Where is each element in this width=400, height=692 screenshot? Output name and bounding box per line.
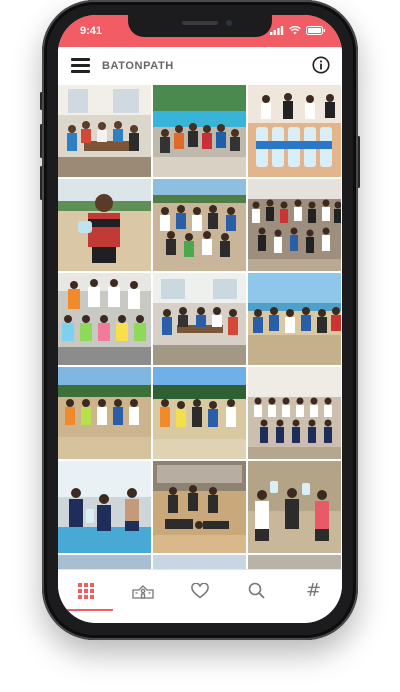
speaker [182, 21, 218, 25]
photo-tile[interactable] [248, 85, 341, 177]
grid-icon [78, 582, 95, 599]
photo-tile[interactable] [58, 85, 151, 177]
home-indicator-area [58, 611, 342, 623]
tab-grid[interactable] [58, 570, 115, 611]
status-bar: 9:41 [58, 15, 342, 47]
status-icons [270, 26, 326, 35]
info-icon[interactable] [312, 56, 330, 74]
tab-schools[interactable] [115, 570, 172, 611]
phone-screen: 9:41 BATONPATH # [58, 15, 342, 623]
photo-tile[interactable] [248, 367, 341, 459]
device-mockup: 9:41 BATONPATH # [0, 0, 400, 692]
photo-tile[interactable] [153, 179, 246, 271]
photo-tile[interactable] [58, 367, 151, 459]
tab-hashtags[interactable]: # [285, 570, 342, 611]
school-icon [132, 584, 154, 599]
photo-tile[interactable] [248, 273, 341, 365]
photo-tile[interactable] [58, 461, 151, 553]
photo-tile[interactable] [153, 85, 246, 177]
bottom-tab-bar: # [58, 569, 342, 611]
wifi-icon [289, 26, 301, 35]
heart-icon [191, 582, 209, 598]
app-title: BATONPATH [102, 60, 174, 72]
photo-grid [58, 85, 342, 571]
photo-tile[interactable] [153, 273, 246, 365]
hashtag-icon: # [306, 580, 322, 601]
hamburger-menu-icon[interactable] [71, 58, 90, 73]
notch [128, 15, 272, 37]
photo-tile[interactable] [58, 179, 151, 271]
signal-icon [270, 26, 284, 35]
front-camera [226, 20, 232, 26]
search-icon [248, 582, 265, 599]
photo-tile[interactable] [248, 461, 341, 553]
status-time: 9:41 [80, 25, 103, 37]
tab-favorites[interactable] [172, 570, 229, 611]
tab-search[interactable] [228, 570, 285, 611]
photo-tile[interactable] [58, 273, 151, 365]
battery-icon [306, 26, 326, 35]
photo-tile[interactable] [153, 461, 246, 553]
photo-tile[interactable] [153, 367, 246, 459]
photo-tile[interactable] [248, 179, 341, 271]
app-header: BATONPATH [58, 47, 342, 85]
